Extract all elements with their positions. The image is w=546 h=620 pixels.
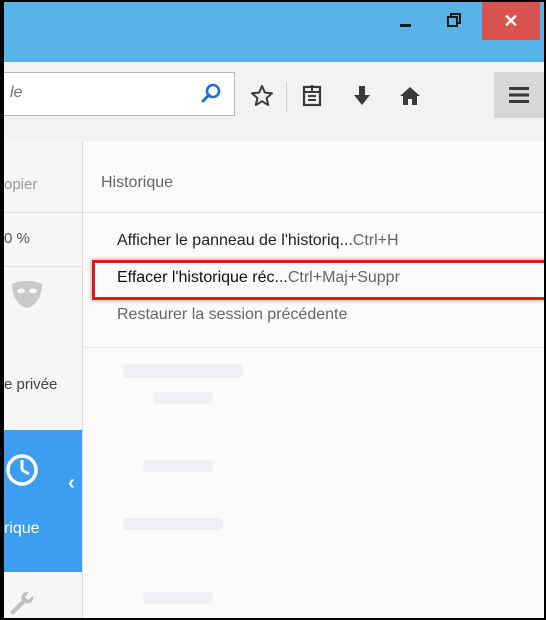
title-bar: ✕ [4, 2, 544, 62]
minimize-icon [399, 23, 411, 27]
minimize-button[interactable] [384, 2, 426, 38]
restore-previous-session-item[interactable]: Restaurer la session précédente [117, 306, 347, 334]
main-menu-panel: opier 0 % e privée ‹ rique [4, 142, 83, 618]
clock-icon [6, 454, 38, 486]
divider [4, 266, 82, 267]
firefox-window: ✕ le opier 0 % e privée ‹ rique Historiq… [4, 2, 544, 618]
blurred-history-entry [153, 392, 213, 404]
item-shortcut: Ctrl+H [352, 232, 399, 249]
open-menu-button[interactable] [494, 72, 544, 118]
zoom-level[interactable]: 0 % [4, 230, 30, 247]
item-label: Afficher le panneau de l'historiq... [117, 232, 353, 249]
wrench-icon[interactable] [6, 590, 36, 618]
home-button[interactable] [390, 76, 430, 116]
blurred-history-entry [123, 518, 223, 530]
star-icon [251, 85, 273, 106]
divider [83, 212, 544, 213]
restore-button[interactable] [434, 2, 474, 38]
show-history-panel-item[interactable]: Afficher le panneau de l'historiq...Ctrl… [117, 232, 399, 260]
back-chevron-icon[interactable]: ‹ [68, 472, 75, 495]
divider [83, 347, 544, 348]
reader-list-icon [302, 85, 322, 107]
navigation-toolbar: le [4, 62, 544, 143]
copy-label[interactable]: opier [4, 176, 37, 193]
download-arrow-icon [354, 86, 370, 105]
divider [4, 212, 82, 213]
blurred-history-entry [143, 592, 213, 604]
bookmarks-list-button[interactable] [292, 76, 332, 116]
private-window-label[interactable]: e privée [4, 376, 57, 393]
highlight-annotation [92, 260, 544, 300]
bookmark-star-button[interactable] [242, 76, 282, 116]
screenshot-frame: ✕ le opier 0 % e privée ‹ rique Historiq… [0, 0, 546, 620]
home-icon [400, 87, 420, 105]
search-input-text[interactable]: le [10, 84, 22, 102]
search-icon[interactable] [200, 83, 222, 105]
item-label: Restaurer la session précédente [117, 306, 348, 323]
history-menu-button[interactable]: ‹ rique [4, 430, 82, 572]
history-panel: Historique Afficher le panneau de l'hist… [83, 142, 544, 618]
downloads-button[interactable] [342, 76, 382, 116]
search-bar[interactable]: le [4, 72, 235, 116]
panel-title: Historique [101, 174, 174, 191]
history-label: rique [4, 520, 40, 537]
hamburger-menu-icon [509, 87, 529, 103]
private-mask-icon[interactable] [10, 280, 44, 310]
restore-icon [447, 13, 461, 27]
blurred-history-entry [123, 364, 243, 378]
toolbar-separator [286, 82, 287, 112]
close-icon: ✕ [503, 10, 519, 31]
close-button[interactable]: ✕ [482, 2, 540, 40]
blurred-history-entry [143, 460, 213, 472]
